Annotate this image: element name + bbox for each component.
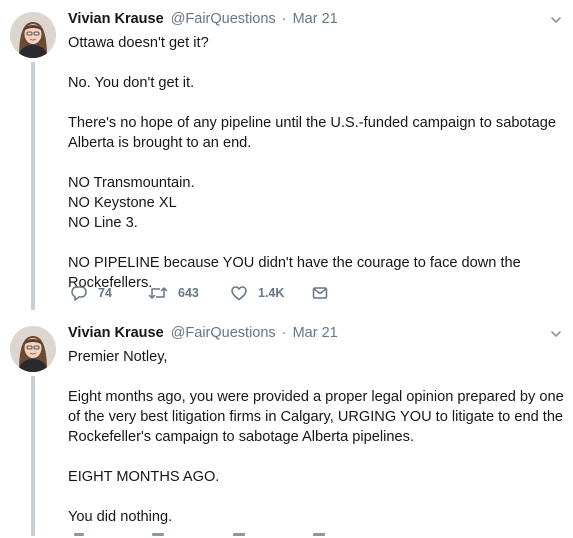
author-handle[interactable]: @FairQuestions <box>171 11 276 27</box>
author-handle[interactable]: @FairQuestions <box>171 325 276 341</box>
retweet-icon <box>148 284 168 302</box>
author-name[interactable]: Vivian Krause <box>68 325 164 341</box>
tweet-text: Ottawa doesn't get it? No. You don't get… <box>68 35 556 291</box>
tweet-text: Premier Notley, Eight months ago, you we… <box>68 349 564 525</box>
chevron-down-icon[interactable] <box>549 13 563 27</box>
tweet-header: Vivian Krause @FairQuestions · Mar 21 <box>68 11 563 29</box>
retweet-count: 643 <box>178 286 199 300</box>
direct-message-button[interactable] <box>311 283 329 303</box>
thread-connector-line <box>31 62 35 310</box>
tweet[interactable]: Vivian Krause @FairQuestions · Mar 21 Ot… <box>0 0 573 314</box>
tweet-thread: Vivian Krause @FairQuestions · Mar 21 Ot… <box>0 0 573 538</box>
thread-connector-line <box>31 376 35 536</box>
tweet-actions: 74 643 1.4K <box>68 283 468 303</box>
avatar[interactable] <box>10 326 56 372</box>
like-count: 1.4K <box>258 286 285 300</box>
header-separator: · <box>281 325 287 341</box>
chevron-down-icon[interactable] <box>549 327 563 341</box>
envelope-icon <box>311 284 329 302</box>
heart-icon <box>230 284 248 302</box>
avatar[interactable] <box>10 12 56 58</box>
author-name[interactable]: Vivian Krause <box>68 11 164 27</box>
header-separator: · <box>281 11 287 27</box>
tweet-actions <box>68 532 368 538</box>
tweet[interactable]: Vivian Krause @FairQuestions · Mar 21 Pr… <box>0 314 573 538</box>
reply-icon <box>70 284 88 302</box>
reply-count: 74 <box>98 286 112 300</box>
tweet-date[interactable]: Mar 21 <box>293 325 338 341</box>
reply-button[interactable]: 74 <box>70 283 112 303</box>
retweet-button[interactable]: 643 <box>148 283 199 303</box>
tweet-date[interactable]: Mar 21 <box>293 11 338 27</box>
tweet-header: Vivian Krause @FairQuestions · Mar 21 <box>68 325 563 343</box>
like-button[interactable]: 1.4K <box>230 283 284 303</box>
